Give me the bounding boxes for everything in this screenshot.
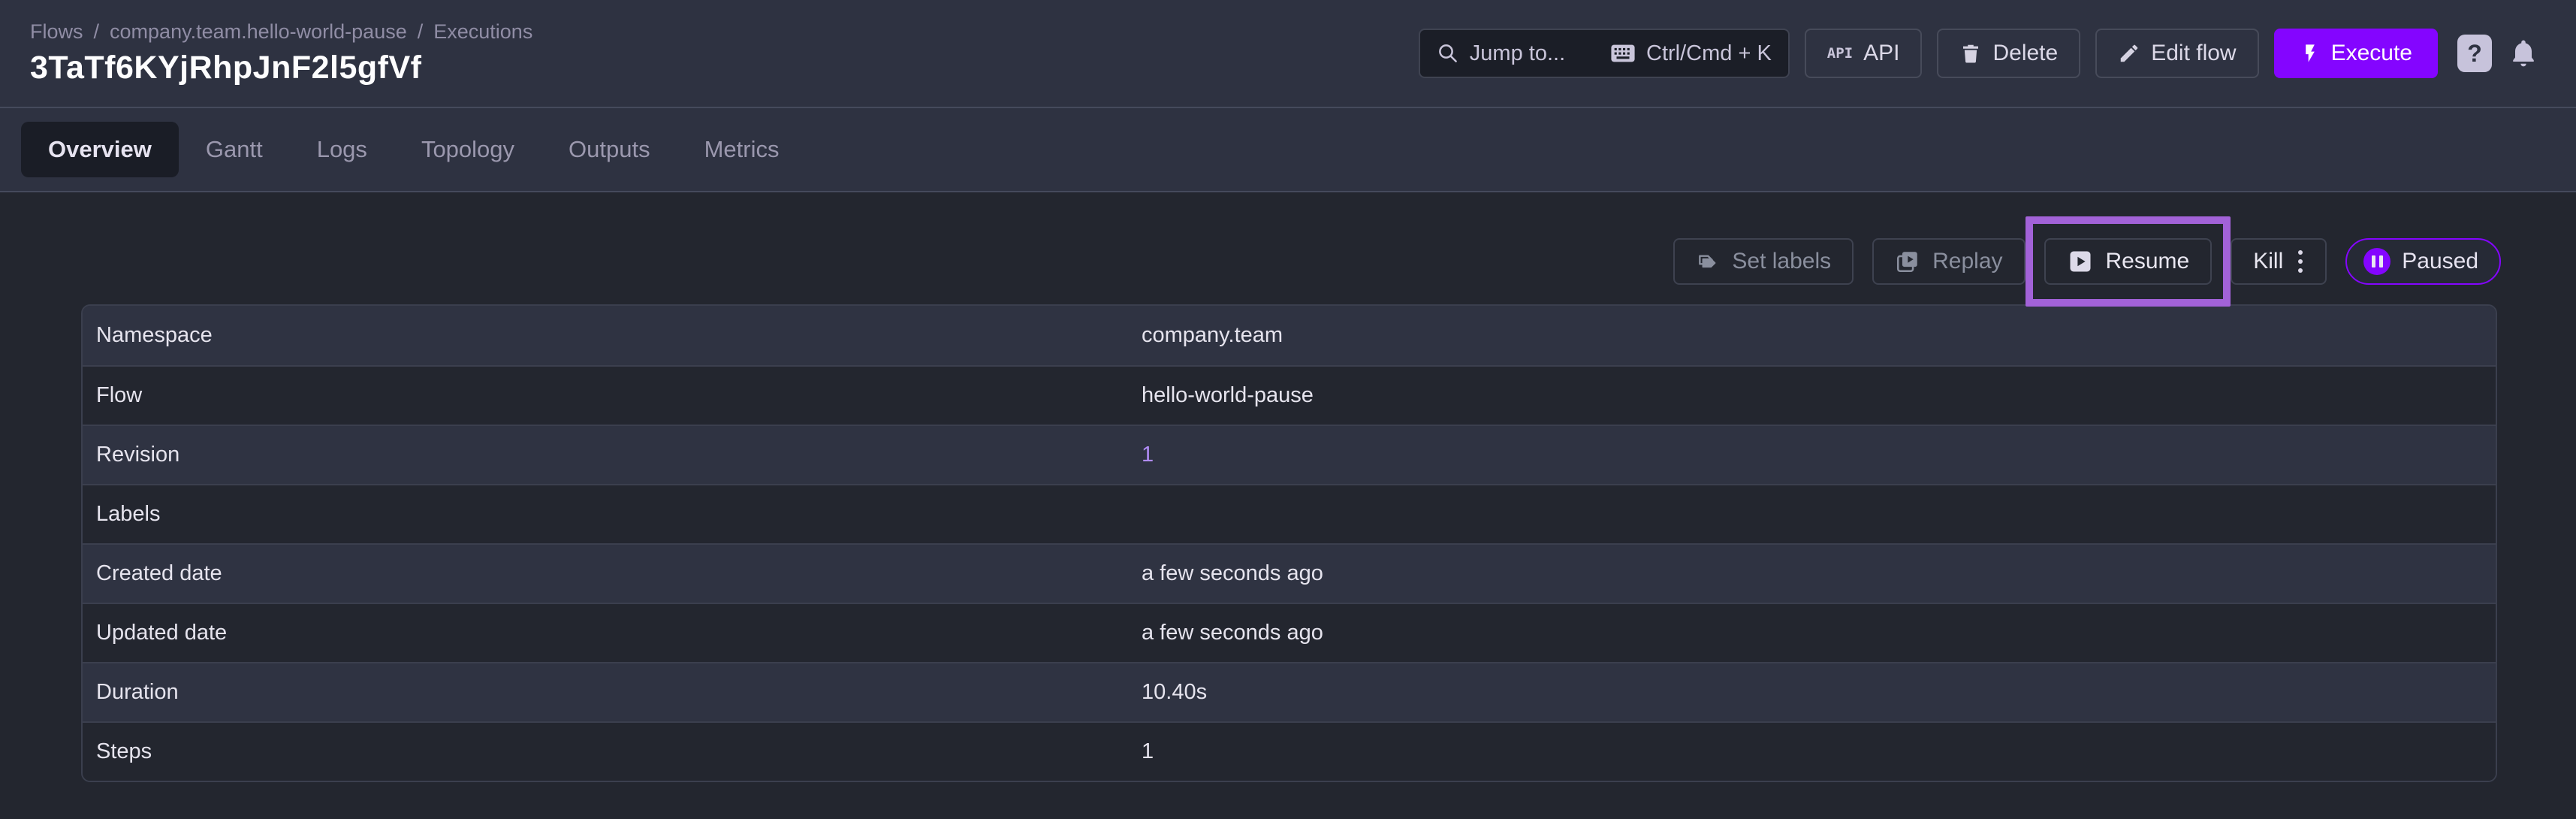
api-button[interactable]: API API (1804, 29, 1923, 78)
tab-outputs[interactable]: Outputs (541, 122, 677, 177)
keyboard-icon (1610, 43, 1636, 64)
jump-to-search[interactable]: Jump to... Ctrl/Cmd + K (1418, 29, 1790, 78)
table-row-revision: Revision 1 (83, 425, 2496, 484)
row-label: Updated date (96, 621, 228, 645)
set-labels-button[interactable]: Set labels (1673, 237, 1854, 285)
row-value: company.team (1142, 323, 1283, 347)
row-label: Revision (96, 443, 180, 467)
breadcrumb-separator: / (93, 20, 100, 43)
dots-vertical-icon (2297, 248, 2304, 275)
notifications-button[interactable] (2507, 35, 2540, 71)
row-label: Duration (96, 680, 179, 704)
header-title-block: Flows / company.team.hello-world-pause /… (30, 20, 532, 86)
label-tag-icon (1696, 249, 1720, 274)
tab-overview[interactable]: Overview (21, 122, 179, 177)
kill-label: Kill (2253, 248, 2284, 274)
edit-flow-button[interactable]: Edit flow (2095, 29, 2259, 78)
table-row-steps: Steps 1 (83, 721, 2496, 781)
table-row-labels: Labels (83, 484, 2496, 543)
execute-button[interactable]: Execute (2273, 29, 2438, 78)
top-header: Flows / company.team.hello-world-pause /… (0, 0, 2576, 107)
tab-gantt[interactable]: Gantt (179, 122, 290, 177)
row-value: a few seconds ago (1142, 621, 1323, 645)
delete-button[interactable]: Delete (1937, 29, 2081, 78)
replay-icon (1895, 249, 1920, 274)
api-button-label: API (1863, 41, 1900, 65)
revision-link[interactable]: 1 (1142, 443, 1154, 467)
execution-overview-table: Namespace company.team Flow hello-world-… (81, 304, 2497, 782)
kestra-execution-page: Flows / company.team.hello-world-pause /… (0, 0, 2576, 819)
execute-button-label: Execute (2330, 41, 2412, 65)
question-icon: ? (2467, 39, 2482, 67)
breadcrumb-flows[interactable]: Flows (30, 20, 83, 44)
replay-button[interactable]: Replay (1872, 237, 2026, 285)
bell-icon (2507, 35, 2540, 71)
row-label: Namespace (96, 323, 213, 347)
search-icon (1437, 42, 1459, 65)
row-value: 10.40s (1142, 680, 1208, 704)
breadcrumb-executions[interactable]: Executions (433, 20, 532, 44)
table-row-flow: Flow hello-world-pause (83, 365, 2496, 425)
overview-content: Set labels Replay Resume Kill Paused Nam… (0, 192, 2576, 819)
table-row-namespace: Namespace company.team (83, 306, 2496, 365)
breadcrumb-namespace-flow[interactable]: company.team.hello-world-pause (110, 20, 407, 44)
row-label: Created date (96, 561, 222, 585)
resume-button[interactable]: Resume (2044, 237, 2213, 285)
pause-circle-icon (2363, 247, 2391, 275)
pencil-icon (2118, 42, 2140, 65)
edit-flow-button-label: Edit flow (2151, 41, 2237, 65)
annotation-highlight: Resume (2025, 216, 2231, 307)
table-row-updated-date: Updated date a few seconds ago (83, 603, 2496, 662)
status-label: Paused (2402, 248, 2478, 274)
trash-icon (1959, 42, 1982, 65)
resume-label: Resume (2105, 248, 2190, 274)
set-labels-label: Set labels (1732, 248, 1832, 274)
row-label: Labels (96, 502, 161, 526)
table-row-created-date: Created date a few seconds ago (83, 543, 2496, 603)
row-label: Steps (96, 739, 152, 763)
row-value: hello-world-pause (1142, 383, 1314, 407)
jump-to-placeholder: Jump to... (1469, 41, 1566, 65)
breadcrumb-separator: / (417, 20, 424, 43)
tab-topology[interactable]: Topology (394, 122, 541, 177)
lightning-icon (2300, 43, 2321, 64)
execution-tabbar: Overview Gantt Logs Topology Outputs Met… (0, 107, 2576, 192)
tab-metrics[interactable]: Metrics (677, 122, 807, 177)
breadcrumb: Flows / company.team.hello-world-pause /… (30, 20, 532, 44)
api-chip-icon: API (1826, 45, 1854, 62)
delete-button-label: Delete (1992, 41, 2059, 65)
row-label: Flow (96, 383, 143, 407)
page-title: 3TaTf6KYjRhpJnF2l5gfVf (30, 50, 422, 86)
play-box-icon (2067, 248, 2094, 275)
header-controls: Jump to... Ctrl/Cmd + K API API Delete E… (1418, 29, 2540, 78)
replay-label: Replay (1932, 248, 2003, 274)
execution-actions: Set labels Replay Resume Kill Paused (0, 216, 2576, 307)
status-badge-paused: Paused (2345, 237, 2501, 285)
row-value: 1 (1142, 739, 1154, 763)
table-row-duration: Duration 10.40s (83, 662, 2496, 721)
row-value: a few seconds ago (1142, 561, 1323, 585)
jump-to-shortcut: Ctrl/Cmd + K (1646, 41, 1772, 65)
tab-logs[interactable]: Logs (290, 122, 394, 177)
help-button[interactable]: ? (2457, 35, 2492, 72)
kill-button[interactable]: Kill (2231, 237, 2327, 285)
